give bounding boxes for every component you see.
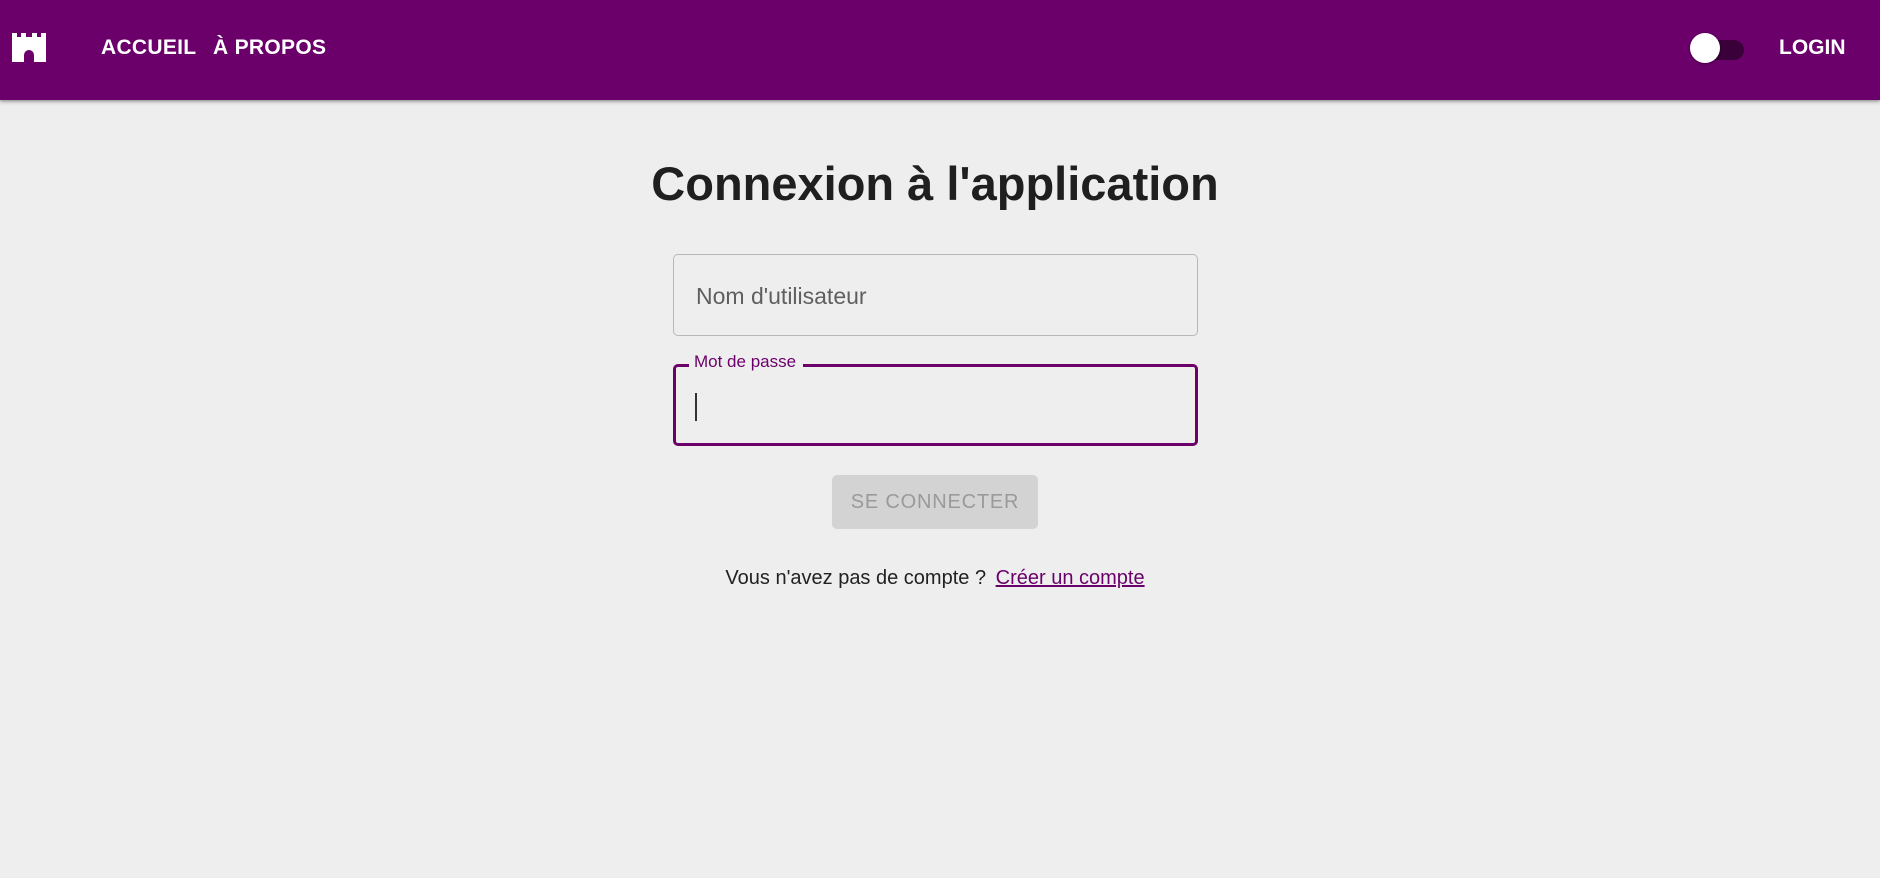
text-cursor: [695, 393, 697, 421]
theme-toggle[interactable]: [1690, 33, 1746, 63]
nav-link-home[interactable]: ACCUEIL: [101, 36, 196, 60]
password-input[interactable]: [694, 367, 1178, 445]
nav-link-about[interactable]: À PROPOS: [213, 36, 326, 60]
password-field[interactable]: [673, 364, 1198, 446]
login-submit-button[interactable]: SE CONNECTER: [832, 475, 1038, 529]
create-account-link[interactable]: Créer un compte: [996, 567, 1145, 589]
app-bar: ACCUEIL À PROPOS LOGIN: [0, 0, 1880, 100]
register-prompt-text: Vous n'avez pas de compte ?: [725, 567, 987, 589]
toggle-thumb: [1690, 33, 1720, 63]
login-link[interactable]: LOGIN: [1779, 36, 1846, 60]
register-prompt-line: Vous n'avez pas de compte ? Créer un com…: [0, 567, 1870, 590]
password-label: Mot de passe: [689, 352, 804, 372]
username-input[interactable]: [694, 255, 1178, 337]
page-title: Connexion à l'application: [651, 157, 1219, 210]
castle-icon[interactable]: [12, 33, 46, 62]
username-field[interactable]: [673, 254, 1198, 337]
